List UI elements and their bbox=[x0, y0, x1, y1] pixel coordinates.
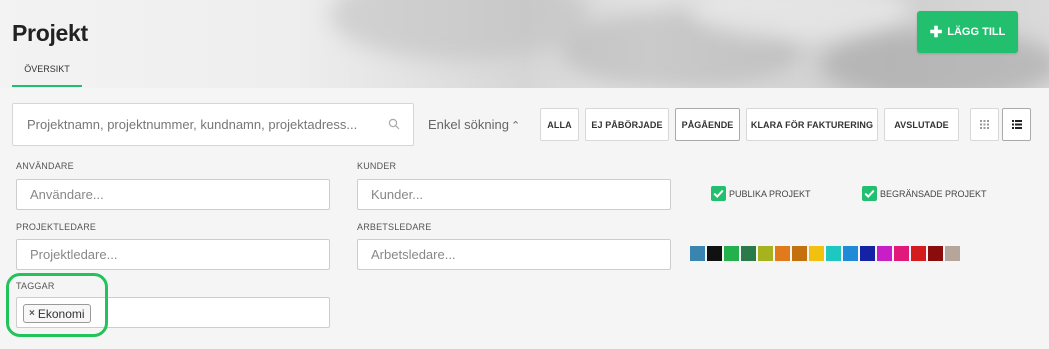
project-leaders-label: PROJEKTLEDARE bbox=[16, 222, 97, 232]
checkbox-checked-icon[interactable] bbox=[711, 186, 726, 201]
add-button-label: LÄGG TILL bbox=[947, 26, 1006, 38]
chevron-up-icon: ⌃ bbox=[510, 120, 521, 132]
public-projects-label: PUBLIKA PROJEKT bbox=[729, 188, 811, 199]
work-leaders-label: ARBETSLEDARE bbox=[357, 222, 432, 232]
filter-not-started-button[interactable]: EJ PÅBÖRJADE bbox=[585, 108, 669, 141]
search-box[interactable] bbox=[12, 103, 414, 146]
grid-icon bbox=[980, 120, 989, 129]
filter-all-button[interactable]: ALLA bbox=[540, 108, 579, 141]
page-title: Projekt bbox=[12, 20, 88, 46]
public-projects-checkbox[interactable]: PUBLIKA PROJEKT bbox=[711, 186, 811, 201]
customers-field[interactable] bbox=[357, 179, 671, 210]
search-input[interactable] bbox=[27, 104, 377, 145]
color-swatch[interactable] bbox=[860, 246, 875, 261]
grid-view-button[interactable] bbox=[970, 108, 999, 141]
color-swatch[interactable] bbox=[775, 246, 790, 261]
search-icon[interactable] bbox=[388, 118, 400, 130]
color-swatch[interactable] bbox=[707, 246, 722, 261]
users-field[interactable] bbox=[16, 179, 330, 210]
project-leaders-field[interactable] bbox=[16, 239, 330, 270]
project-leaders-input[interactable] bbox=[17, 240, 329, 269]
list-view-button[interactable] bbox=[1002, 108, 1031, 141]
restricted-projects-label: BEGRÄNSADE PROJEKT bbox=[880, 188, 987, 199]
filter-ongoing-button[interactable]: PÅGÅENDE bbox=[675, 108, 740, 141]
color-swatch[interactable] bbox=[826, 246, 841, 261]
color-swatches bbox=[690, 246, 960, 261]
color-swatch[interactable] bbox=[724, 246, 739, 261]
tab-oversikt[interactable]: ÖVERSIKT bbox=[12, 59, 82, 87]
color-swatch[interactable] bbox=[809, 246, 824, 261]
color-swatch[interactable] bbox=[792, 246, 807, 261]
customers-input[interactable] bbox=[358, 180, 670, 209]
customers-label: KUNDER bbox=[357, 161, 397, 171]
color-swatch[interactable] bbox=[877, 246, 892, 261]
color-swatch[interactable] bbox=[928, 246, 943, 261]
filter-finished-button[interactable]: AVSLUTADE bbox=[884, 108, 959, 141]
users-input[interactable] bbox=[17, 180, 329, 209]
work-leaders-input[interactable] bbox=[358, 240, 670, 269]
color-swatch[interactable] bbox=[911, 246, 926, 261]
simple-search-label: Enkel sökning bbox=[428, 117, 509, 132]
restricted-projects-checkbox[interactable]: BEGRÄNSADE PROJEKT bbox=[862, 186, 987, 201]
color-swatch[interactable] bbox=[741, 246, 756, 261]
add-project-button[interactable]: ✚ LÄGG TILL bbox=[917, 11, 1018, 53]
page-header bbox=[0, 0, 1049, 88]
color-swatch[interactable] bbox=[690, 246, 705, 261]
plus-icon: ✚ bbox=[929, 23, 943, 41]
color-swatch[interactable] bbox=[843, 246, 858, 261]
checkbox-checked-icon[interactable] bbox=[862, 186, 877, 201]
work-leaders-field[interactable] bbox=[357, 239, 671, 270]
color-swatch[interactable] bbox=[894, 246, 909, 261]
color-swatch[interactable] bbox=[758, 246, 773, 261]
list-icon bbox=[1011, 120, 1022, 129]
filter-ready-for-invoicing-button[interactable]: KLARA FÖR FAKTURERING bbox=[746, 108, 878, 141]
header-background-mist bbox=[330, 0, 590, 60]
users-label: ANVÄNDARE bbox=[16, 161, 74, 171]
highlight-annotation bbox=[6, 273, 108, 337]
color-swatch[interactable] bbox=[945, 246, 960, 261]
simple-search-toggle[interactable]: Enkel sökning ⌃ bbox=[428, 117, 520, 132]
